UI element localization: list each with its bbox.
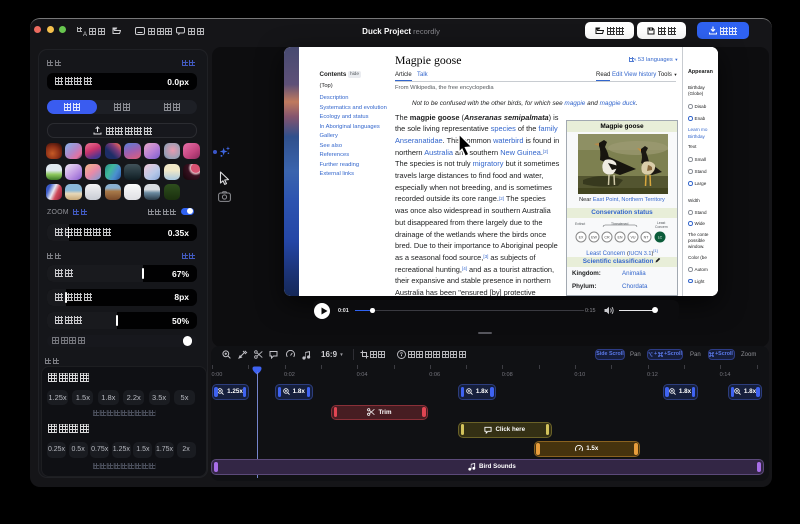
svg-text:CR: CR bbox=[604, 235, 610, 239]
svg-text:Extinct: Extinct bbox=[575, 222, 585, 226]
svg-text:EX: EX bbox=[579, 235, 584, 239]
svg-text:EW: EW bbox=[591, 235, 597, 239]
svg-text:Threatened: Threatened bbox=[611, 222, 628, 226]
svg-text:VU: VU bbox=[631, 235, 636, 239]
svg-text:LC: LC bbox=[658, 235, 663, 239]
svg-text:NT: NT bbox=[644, 235, 650, 239]
svg-text:EN: EN bbox=[618, 235, 623, 239]
svg-text:Concern: Concern bbox=[655, 225, 668, 229]
